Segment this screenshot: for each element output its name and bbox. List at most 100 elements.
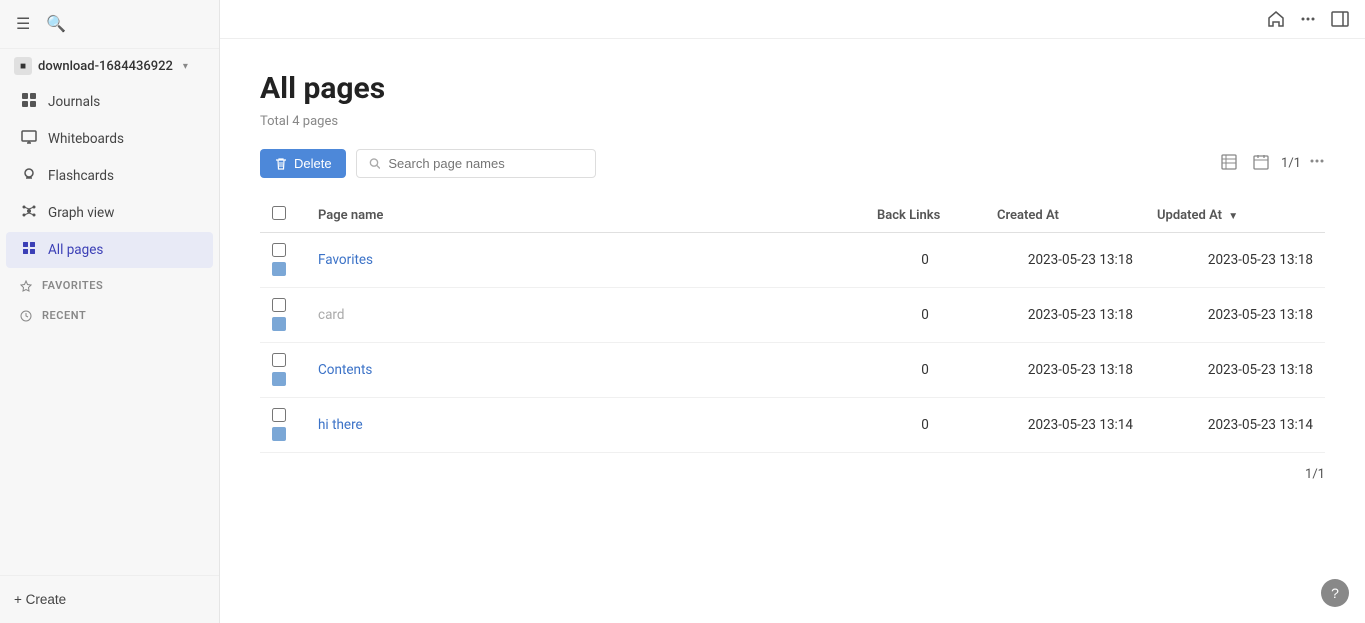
search-box [356,149,596,178]
page-name-muted: card [318,307,344,323]
trash-icon [274,157,288,171]
toolbar-left: Delete [260,149,596,178]
table-view-button[interactable] [1217,150,1241,178]
home-icon [1267,10,1285,28]
topbar-icons [1267,10,1349,28]
sidebar: ☰ 🔍 ■ download-1684436922 ▾ Journals [0,0,220,623]
section-favorites-header[interactable]: FAVORITES [6,273,213,298]
sidebar-item-flashcards-label: Flashcards [48,168,114,184]
sidebar-item-all-pages[interactable]: All pages [6,232,213,268]
page-created-at: 2023-05-23 13:18 [985,288,1145,343]
sidebar-item-whiteboards-label: Whiteboards [48,131,124,147]
page-back-links: 0 [865,288,985,343]
page-created-at: 2023-05-23 13:18 [985,233,1145,288]
panel-toggle-button[interactable] [1331,10,1349,28]
page-updated-at: 2023-05-23 13:14 [1145,398,1325,453]
page-updated-at: 2023-05-23 13:18 [1145,343,1325,398]
sidebar-item-graph-view[interactable]: Graph view [6,195,213,231]
page-name-link[interactable]: Favorites [318,252,373,268]
bottom-pagination: 1/1 [260,453,1325,482]
workspace-name: download-1684436922 [38,59,173,74]
sidebar-item-whiteboards[interactable]: Whiteboards [6,121,213,157]
delete-label: Delete [294,156,332,171]
search-input[interactable] [388,156,582,171]
page-created-at: 2023-05-23 13:14 [985,398,1145,453]
header-back-links: Back Links [865,198,985,233]
page-name-link[interactable]: Contents [318,362,372,378]
all-pages-icon [20,240,38,260]
sidebar-top-bar: ☰ 🔍 [0,0,219,49]
page-updated-at: 2023-05-23 13:18 [1145,288,1325,343]
header-checkbox-col [260,198,306,233]
pagination-label: 1/1 [1281,156,1301,171]
hamburger-menu-button[interactable]: ☰ [14,12,32,36]
sidebar-item-journals[interactable]: Journals [6,84,213,120]
toolbar: Delete [260,149,1325,178]
delete-button[interactable]: Delete [260,149,346,178]
create-label: + Create [14,592,66,607]
page-content: All pages Total 4 pages Delete [220,39,1365,623]
table-more-icon [1309,153,1325,169]
page-icon [272,427,286,441]
workspace-icon: ■ [14,57,32,75]
bottom-pagination-label: 1/1 [1305,467,1325,482]
star-icon [20,280,32,292]
header-page-name: Page name [306,198,865,233]
pages-table: Page name Back Links Created At Updated … [260,198,1325,453]
flashcards-icon [20,166,38,186]
page-back-links: 0 [865,233,985,288]
row-checkbox[interactable] [272,353,286,367]
sidebar-item-journals-label: Journals [48,94,100,110]
row-checkbox[interactable] [272,243,286,257]
sidebar-footer: + Create [0,575,219,623]
whiteboards-icon [20,129,38,149]
search-button[interactable]: 🔍 [44,12,68,36]
recent-icon [20,310,32,322]
sidebar-item-flashcards[interactable]: Flashcards [6,158,213,194]
topbar [220,0,1365,39]
page-updated-at: 2023-05-23 13:18 [1145,233,1325,288]
table-more-button[interactable] [1309,153,1325,174]
page-title: All pages [260,71,1325,106]
calendar-view-button[interactable] [1249,150,1273,178]
page-name-link[interactable]: hi there [318,417,363,433]
sidebar-item-all-pages-label: All pages [48,242,103,258]
page-back-links: 0 [865,343,985,398]
header-updated-at[interactable]: Updated At ▼ [1145,198,1325,233]
table-view-icon [1221,154,1237,170]
header-created-at: Created At [985,198,1145,233]
table-row: Favorites02023-05-23 13:182023-05-23 13:… [260,233,1325,288]
home-button[interactable] [1267,10,1285,28]
calendar-icon [1253,154,1269,170]
main-content: All pages Total 4 pages Delete [220,0,1365,623]
header-updated-at-label: Updated At [1157,208,1222,223]
page-icon [272,317,286,331]
section-recent-label: RECENT [42,309,86,322]
page-icon [272,372,286,386]
workspace-caret-icon: ▾ [183,61,188,72]
row-checkbox[interactable] [272,298,286,312]
search-icon [369,157,381,170]
sort-arrow-icon: ▼ [1228,211,1238,222]
help-label: ? [1331,585,1339,601]
help-button[interactable]: ? [1321,579,1349,607]
panel-icon [1331,10,1349,28]
more-options-icon [1299,10,1317,28]
sidebar-item-graph-view-label: Graph view [48,205,114,221]
workspace-selector[interactable]: ■ download-1684436922 ▾ [0,49,219,83]
graph-view-icon [20,203,38,223]
create-button[interactable]: + Create [14,588,205,611]
page-back-links: 0 [865,398,985,453]
toolbar-right: 1/1 [1217,150,1325,178]
select-all-checkbox[interactable] [272,206,286,220]
page-icon [272,262,286,276]
table-row: Contents02023-05-23 13:182023-05-23 13:1… [260,343,1325,398]
page-subtitle: Total 4 pages [260,114,1325,129]
more-options-button[interactable] [1299,10,1317,28]
row-checkbox[interactable] [272,408,286,422]
journals-icon [20,92,38,112]
section-favorites-label: FAVORITES [42,279,103,292]
section-recent-header[interactable]: RECENT [6,303,213,328]
table-row: hi there02023-05-23 13:142023-05-23 13:1… [260,398,1325,453]
sidebar-nav: Journals Whiteboards Flashc [0,83,219,269]
